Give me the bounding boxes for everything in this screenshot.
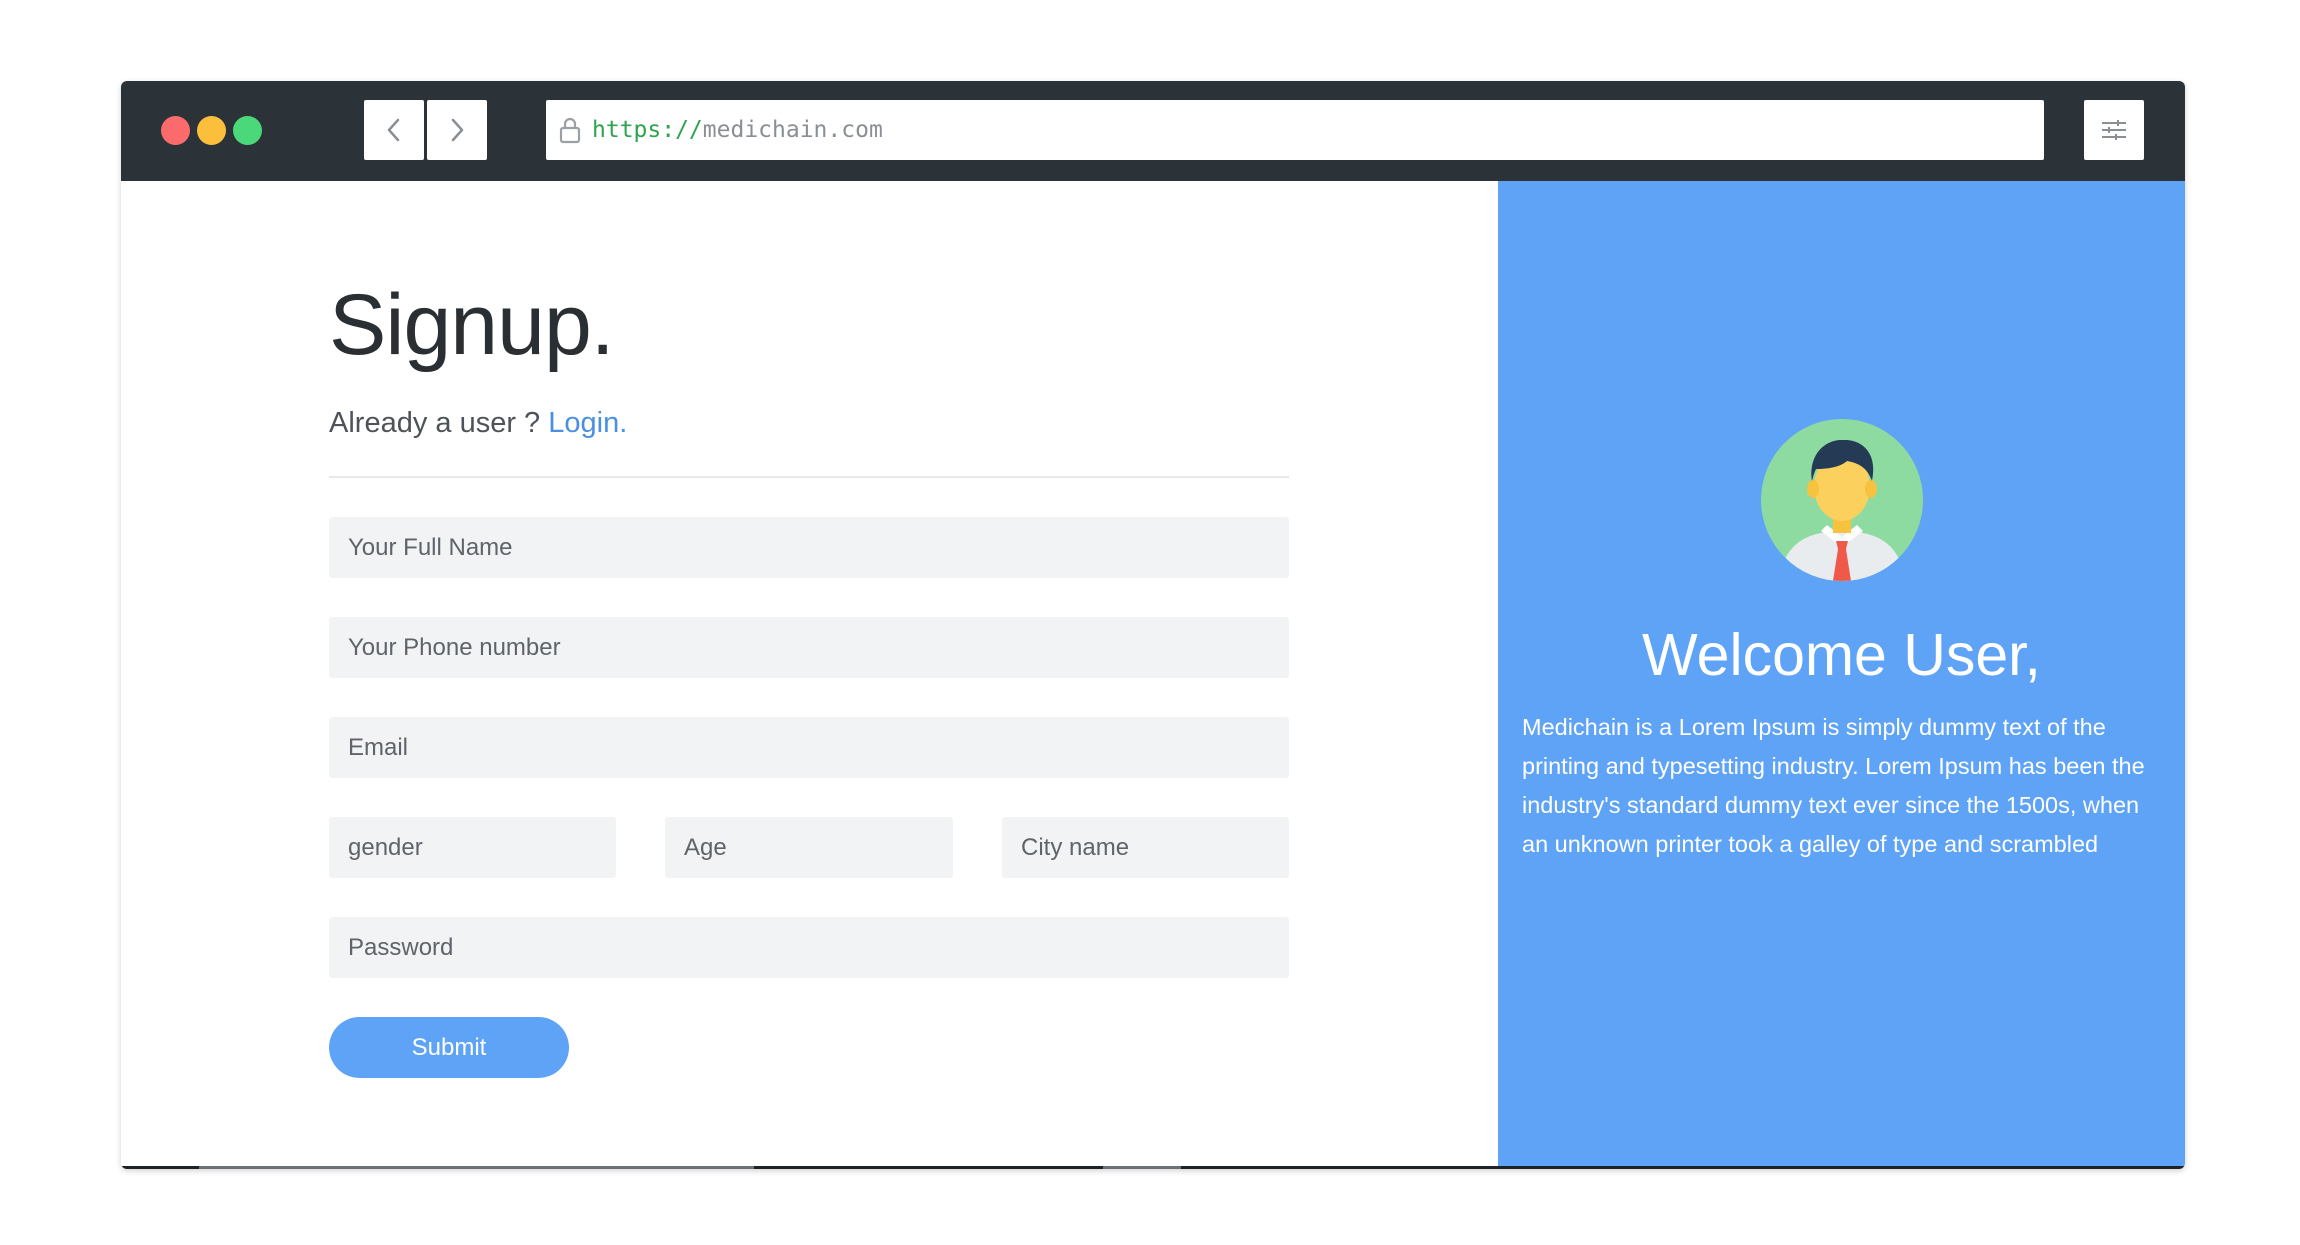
age-input[interactable] — [665, 817, 953, 878]
password-input[interactable] — [329, 917, 1289, 978]
browser-window: https://medichain.com Signup. Already a … — [121, 81, 2185, 1169]
lock-icon — [558, 115, 584, 145]
submit-button[interactable]: Submit — [329, 1017, 569, 1078]
chevron-right-icon — [451, 118, 464, 142]
full-name-input[interactable] — [329, 517, 1289, 578]
page-content: Signup. Already a user ? Login. Submit — [121, 181, 2185, 1166]
address-bar[interactable]: https://medichain.com — [546, 100, 2044, 160]
welcome-heading: Welcome User, — [1642, 622, 2041, 688]
browser-toolbar: https://medichain.com — [121, 81, 2185, 181]
back-button[interactable] — [364, 100, 424, 160]
settings-button[interactable] — [2084, 100, 2144, 160]
user-avatar-icon — [1761, 419, 1923, 581]
window-bottom-border — [121, 1166, 2185, 1169]
signup-panel: Signup. Already a user ? Login. Submit — [121, 181, 1498, 1166]
maximize-window-dot[interactable] — [233, 116, 262, 145]
already-user-text: Already a user ? Login. — [329, 407, 627, 440]
login-link[interactable]: Login. — [548, 407, 627, 439]
divider — [329, 476, 1289, 478]
city-input[interactable] — [1002, 817, 1289, 878]
welcome-panel: Welcome User, Medichain is a Lorem Ipsum… — [1498, 181, 2185, 1166]
url-scheme: https:// — [592, 117, 703, 143]
page-title: Signup. — [329, 277, 615, 373]
already-user-label: Already a user ? — [329, 407, 549, 439]
url-host: medichain.com — [702, 117, 883, 143]
minimize-window-dot[interactable] — [197, 116, 226, 145]
url-text: https://medichain.com — [592, 117, 883, 143]
sliders-icon — [2102, 120, 2126, 140]
forward-button[interactable] — [427, 100, 487, 160]
phone-input[interactable] — [329, 617, 1289, 678]
gender-input[interactable] — [329, 817, 616, 878]
welcome-description: Medichain is a Lorem Ipsum is simply dum… — [1522, 714, 2145, 857]
email-input[interactable] — [329, 717, 1289, 778]
chevron-left-icon — [387, 118, 400, 142]
close-window-dot[interactable] — [161, 116, 190, 145]
